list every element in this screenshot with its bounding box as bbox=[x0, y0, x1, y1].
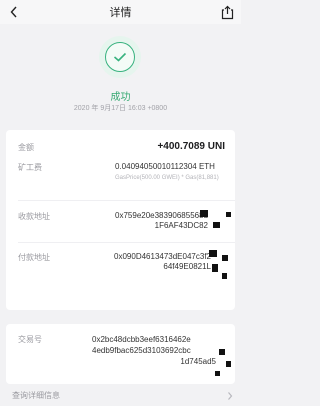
payer-address[interactable]: 0x090D4613473dE047c3f2 64f49E0821L bbox=[94, 252, 211, 272]
tx-hash-line1: 0x2bc48dcbb3eef6316462e bbox=[92, 335, 191, 344]
redaction-mark bbox=[219, 349, 225, 355]
redaction-mark bbox=[222, 255, 228, 261]
amount-value: +400.7089 UNI bbox=[157, 141, 225, 152]
receive-address-line2: 1F6AF43DC82 bbox=[154, 221, 208, 230]
status-timestamp: 2020 年 9月17日 16:03 +0800 bbox=[73, 105, 168, 112]
receive-address-line1: 0x759e20e38390685568d bbox=[115, 211, 208, 220]
receive-address-label: 收款地址 bbox=[18, 212, 50, 221]
redaction-mark bbox=[226, 212, 231, 217]
top-bar: 详情 bbox=[0, 0, 241, 24]
divider bbox=[18, 242, 235, 243]
payer-address-label: 付款地址 bbox=[18, 253, 50, 262]
share-icon bbox=[221, 5, 233, 19]
redaction-mark bbox=[209, 250, 217, 257]
status-section: 成功 2020 年 9月17日 16:03 +0800 bbox=[0, 36, 241, 120]
payer-address-line1: 0x090D4613473dE047c3f2 bbox=[114, 252, 211, 261]
redaction-mark bbox=[213, 222, 220, 228]
redaction-mark bbox=[215, 371, 220, 376]
status-text: 成功 bbox=[110, 92, 131, 103]
fee-label: 矿工费 bbox=[18, 163, 42, 172]
share-button[interactable] bbox=[216, 0, 238, 24]
tx-hash-line3: 1d745ad5 bbox=[180, 357, 216, 366]
fee-value: 0.04094050010112304 ETH bbox=[115, 162, 215, 171]
receive-address[interactable]: 0x759e20e38390685568d 1F6AF43DC82 bbox=[94, 211, 208, 231]
tx-hash-card: 交易号 0x2bc48dcbb3eef6316462e 4edb9fbac625… bbox=[6, 324, 235, 384]
page-title: 详情 bbox=[109, 7, 132, 19]
success-badge bbox=[99, 36, 141, 78]
checkmark-icon bbox=[113, 52, 127, 62]
redaction-mark bbox=[222, 273, 227, 279]
divider bbox=[18, 200, 235, 201]
details-card: 矿工费 0.04094050010112304 ETH GasPrice(500… bbox=[6, 152, 235, 310]
payer-address-line2: 64f49E0821L bbox=[163, 262, 211, 271]
query-details-chevron[interactable] bbox=[227, 388, 233, 406]
tx-hash-line2: 4edb9fbac625d3103692cbc bbox=[92, 346, 191, 355]
tx-hash-label: 交易号 bbox=[18, 335, 42, 344]
redaction-mark bbox=[212, 264, 218, 272]
tx-hash-value[interactable]: 0x2bc48dcbb3eef6316462e 4edb9fbac625d310… bbox=[92, 334, 216, 367]
redaction-mark bbox=[226, 361, 231, 367]
fee-detail: GasPrice(500.00 GWEI) * Gas(81,881) bbox=[115, 175, 219, 181]
query-details-link[interactable]: 查询详细信息 bbox=[12, 390, 60, 401]
redaction-mark bbox=[200, 210, 208, 217]
